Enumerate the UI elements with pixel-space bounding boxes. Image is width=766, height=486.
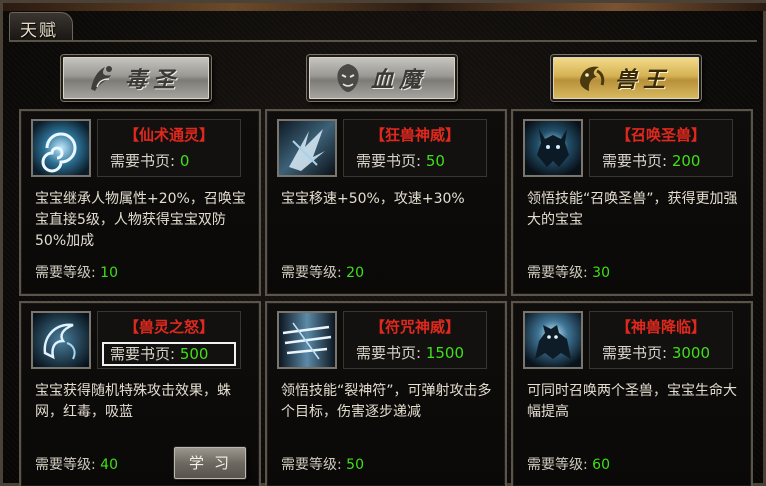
- page-cost-value: 0: [179, 152, 190, 170]
- summon-beast-icon: [525, 121, 581, 175]
- required-level-value: 20: [346, 265, 364, 281]
- required-level: 需要等级: 40: [35, 454, 118, 474]
- page-cost: 需要书页: 50: [348, 150, 482, 174]
- tab-blood-demon-label: 血魔: [370, 67, 427, 93]
- page-cost: 需要书页: 3000: [594, 342, 728, 366]
- talent-description: 宝宝继承人物属性+20%，召唤宝宝直接5级，人物获得宝宝双防50%加成: [35, 191, 246, 249]
- talent-name: 【仙术通灵】: [123, 126, 214, 144]
- poison-saint-emblem-icon: [91, 66, 112, 91]
- page-cost: 需要书页: 500: [102, 342, 236, 366]
- beast-slash-icon: [279, 121, 335, 175]
- page-cost-label: 需要书页:: [356, 152, 422, 170]
- talent-card[interactable]: 【兽灵之怒】 需要书页: 500 宝宝获得随机特殊攻击效果，蛛网，红毒，吸蓝 需…: [19, 301, 261, 486]
- talent-header: 【召唤圣兽】 需要书页: 200: [589, 119, 733, 177]
- talent-name: 【神兽降临】: [615, 318, 706, 336]
- required-level: 需要等级: 30: [527, 262, 610, 282]
- page-cost: 需要书页: 200: [594, 150, 728, 174]
- page-cost-label: 需要书页:: [356, 344, 422, 362]
- page-cost-label: 需要书页:: [602, 344, 668, 362]
- vortex-icon: [33, 121, 89, 175]
- talent-card[interactable]: 【召唤圣兽】 需要书页: 200 领悟技能“召唤圣兽”，获得更加强大的宝宝 需要…: [511, 109, 753, 296]
- page-cost-value: 50: [425, 152, 445, 170]
- tab-poison-saint[interactable]: 毒圣: [61, 55, 211, 101]
- page-cost-value: 1500: [425, 344, 465, 362]
- talent-description: 领悟技能“召唤圣兽”，获得更加强大的宝宝: [527, 191, 738, 228]
- talent-description: 领悟技能“裂神符”，可弹射攻击多个目标，伤害逐步递减: [281, 383, 492, 420]
- tab-beast-king-label: 兽王: [614, 67, 671, 93]
- talent-name: 【符咒神威】: [369, 318, 460, 336]
- page-cost-label: 需要书页:: [110, 152, 176, 170]
- talent-name: 【兽灵之怒】: [123, 318, 214, 336]
- talent-header: 【神兽降临】 需要书页: 3000: [589, 311, 733, 369]
- required-level: 需要等级: 10: [35, 262, 118, 282]
- page-cost-value: 500: [179, 345, 209, 363]
- divine-beast-icon: [525, 313, 581, 367]
- required-level: 需要等级: 50: [281, 454, 364, 474]
- talent-icon-frame: [31, 119, 91, 177]
- talent-icon-frame: [523, 311, 583, 369]
- talent-header: 【兽灵之怒】 需要书页: 500: [97, 311, 241, 369]
- page-cost-value: 200: [671, 152, 701, 170]
- talent-icon-frame: [277, 311, 337, 369]
- required-level-value: 10: [100, 265, 118, 281]
- required-level-label: 需要等级:: [527, 265, 588, 281]
- page-cost: 需要书页: 0: [102, 150, 236, 174]
- talent-icon-frame: [277, 119, 337, 177]
- talent-card[interactable]: 【狂兽神威】 需要书页: 50 宝宝移速+50%，攻速+30% 需要等级: 20: [265, 109, 507, 296]
- talent-card[interactable]: 【符咒神威】 需要书页: 1500 领悟技能“裂神符”，可弹射攻击多个目标，伤害…: [265, 301, 507, 486]
- talent-icon-frame: [523, 119, 583, 177]
- required-level: 需要等级: 60: [527, 454, 610, 474]
- required-level-value: 60: [592, 457, 610, 473]
- window-title-tab: 天赋: [9, 12, 73, 41]
- title-divider: [9, 40, 757, 42]
- talent-description: 宝宝获得随机特殊攻击效果，蛛网，红毒，吸蓝: [35, 383, 231, 420]
- tab-beast-king[interactable]: 兽王: [551, 55, 701, 101]
- talent-header: 【仙术通灵】 需要书页: 0: [97, 119, 241, 177]
- talent-header: 【符咒神威】 需要书页: 1500: [343, 311, 487, 369]
- talent-window: 天赋 毒圣 血魔 兽王 【仙术通灵】 需要书页: 0 宝宝继承人物属性+20%，…: [0, 0, 766, 486]
- talent-name: 【狂兽神威】: [369, 126, 460, 144]
- page-cost-value: 3000: [671, 344, 711, 362]
- tab-blood-demon[interactable]: 血魔: [307, 55, 457, 101]
- required-level-label: 需要等级:: [35, 457, 96, 473]
- learn-button[interactable]: 学习: [174, 447, 246, 479]
- required-level-label: 需要等级:: [281, 265, 342, 281]
- required-level-value: 40: [100, 457, 118, 473]
- required-level-value: 30: [592, 265, 610, 281]
- talisman-icon: [279, 313, 335, 367]
- required-level: 需要等级: 20: [281, 262, 364, 282]
- tab-poison-saint-label: 毒圣: [124, 67, 181, 93]
- page-cost: 需要书页: 1500: [348, 342, 482, 366]
- required-level-value: 50: [346, 457, 364, 473]
- talent-header: 【狂兽神威】 需要书页: 50: [343, 119, 487, 177]
- required-level-label: 需要等级:: [35, 265, 96, 281]
- talent-description: 可同时召唤两个圣兽，宝宝生命大幅提高: [527, 383, 737, 420]
- page-cost-label: 需要书页:: [602, 152, 668, 170]
- required-level-label: 需要等级:: [527, 457, 588, 473]
- talent-icon-frame: [31, 311, 91, 369]
- talent-description: 宝宝移速+50%，攻速+30%: [281, 191, 465, 207]
- page-cost-label: 需要书页:: [110, 345, 176, 363]
- talent-name: 【召唤圣兽】: [615, 126, 706, 144]
- required-level-label: 需要等级:: [281, 457, 342, 473]
- talent-card[interactable]: 【神兽降临】 需要书页: 3000 可同时召唤两个圣兽，宝宝生命大幅提高 需要等…: [511, 301, 753, 486]
- talent-card[interactable]: 【仙术通灵】 需要书页: 0 宝宝继承人物属性+20%，召唤宝宝直接5级，人物获…: [19, 109, 261, 296]
- spirit-fury-icon: [33, 313, 89, 367]
- blood-demon-emblem-icon: [337, 64, 359, 92]
- window-title: 天赋: [20, 21, 58, 41]
- beast-king-emblem-icon: [580, 66, 605, 91]
- top-decoration: [3, 3, 766, 11]
